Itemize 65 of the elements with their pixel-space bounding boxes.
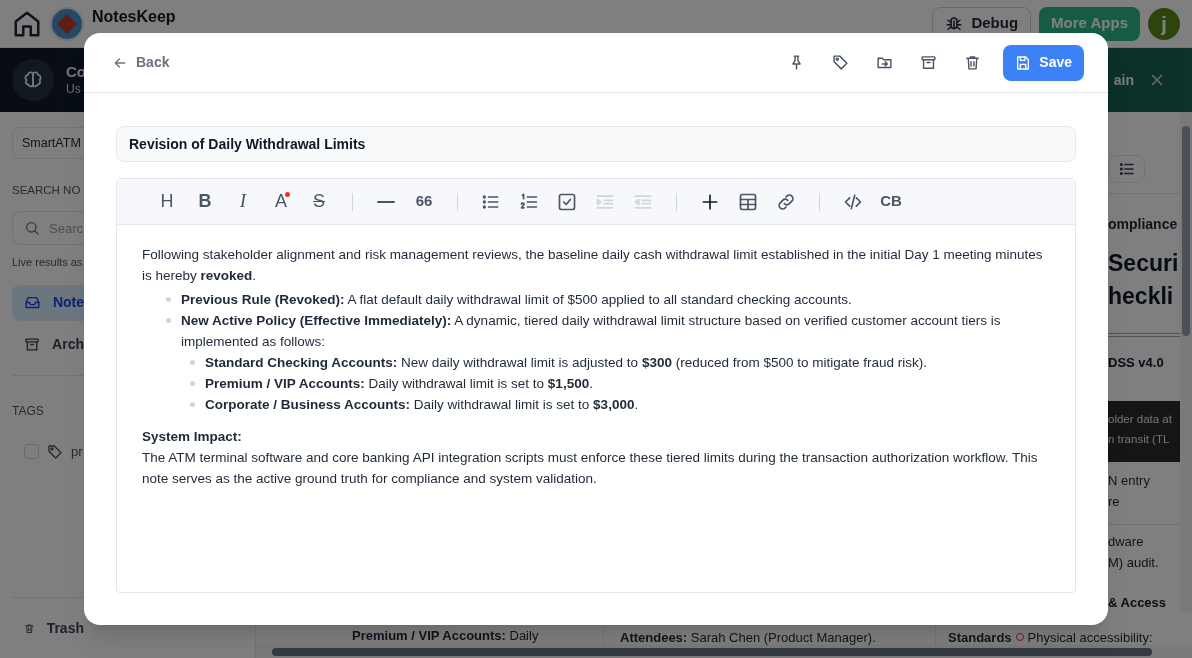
text-line: & Access: [1108, 593, 1168, 612]
search-hint: Live results as: [12, 255, 83, 271]
scrollbar[interactable]: [1180, 112, 1192, 612]
toolbar-button[interactable]: A: [264, 186, 298, 217]
text-line: re: [1108, 492, 1121, 511]
archive-icon[interactable]: [919, 54, 937, 71]
toolbar-button[interactable]: H: [150, 186, 184, 217]
bug-icon: [945, 14, 964, 33]
bullet-icon: [190, 381, 195, 386]
tag-label[interactable]: pr: [71, 441, 83, 462]
archive-icon: [24, 336, 41, 354]
trash-icon[interactable]: [963, 54, 981, 71]
banner-action[interactable]: ain: [1113, 69, 1134, 91]
text-line: older data at: [1108, 411, 1173, 427]
section-heading: System Impact:: [142, 428, 243, 446]
list-item-text: Corporate / Business Accounts: Daily withdrawal limit is set to $3,000.: [205, 396, 639, 414]
paragraph: Following stakeholder alignment and risk management reviews, the baseline daily cash withdrawal limit established in the initial Day 1 meeting minutes is hereby revoked.: [142, 246, 1044, 285]
toolbar-button[interactable]: I: [226, 186, 260, 217]
bullet-icon: [190, 402, 195, 407]
search-icon: [24, 220, 40, 237]
project-name: SmartATM: [22, 134, 81, 152]
table-cell: Premium / VIP Accounts: Daily: [352, 628, 539, 643]
list-item-text: Premium / VIP Accounts: Daily withdrawal limit is set to $1,500.: [205, 375, 593, 393]
list-item-text: Previous Rule (Revoked): A flat default daily withdrawal limit of $500 applied to all standard checking accounts.: [181, 291, 852, 309]
save-button[interactable]: Save: [1003, 44, 1084, 81]
logo-icon: [50, 6, 84, 41]
tag-icon[interactable]: [831, 54, 849, 71]
heading-text: Securi: [1108, 249, 1180, 279]
avatar[interactable]: j: [1148, 7, 1180, 40]
table-cell-text: Standards: [948, 629, 1012, 645]
save-icon: [1015, 54, 1032, 71]
app-title: NotesKeep: [92, 6, 176, 27]
text-line: ompliance: [1108, 215, 1179, 235]
nav-item[interactable]: Note: [12, 284, 84, 321]
banner-subtitle: Us: [66, 81, 82, 97]
text-line: M) audit.: [1108, 553, 1160, 572]
table-cell-text: Physical accessibility:: [1027, 629, 1153, 645]
scrollbar[interactable]: [256, 645, 1192, 658]
title-field[interactable]: Revision of Daily Withdrawal Limits: [116, 126, 1076, 162]
toolbar-button[interactable]: B: [188, 186, 222, 217]
bullet-icon: [166, 297, 171, 302]
text-line: N entry: [1108, 471, 1151, 490]
list-item-text: Standard Checking Accounts: New daily withdrawal limit is adjusted to $300 (reduced from $500 to mitigate fraud risk).: [205, 354, 928, 372]
section-heading: TAGS: [12, 402, 44, 420]
section-heading: SEARCH NO: [12, 183, 81, 198]
numbered-list-icon: [519, 191, 539, 212]
nav-item[interactable]: Arch: [12, 326, 84, 363]
list-item-text: New Active Policy (Effective Immediately): A dynamic, tiered daily withdrawal limit structure based on verified customer account tiers is implemented as follows:: [181, 312, 1002, 351]
toolbar-button[interactable]: S: [302, 186, 336, 217]
editor[interactable]: [116, 178, 1076, 593]
toolbar-button[interactable]: 66: [407, 186, 441, 217]
bullet-icon: [190, 360, 195, 365]
text-line: n transit (TL: [1108, 431, 1171, 447]
back-button[interactable]: Back: [108, 52, 174, 73]
trash-item[interactable]: Trash: [12, 617, 84, 639]
table-cell: Attendees: Sarah Chen (Product Manager).: [620, 630, 876, 645]
horizontal-rule-icon: [377, 200, 395, 203]
heading-text: heckli: [1108, 282, 1175, 312]
checkbox-icon: [557, 191, 577, 212]
table-icon: [738, 191, 758, 212]
tag-icon: [47, 443, 63, 460]
bullet-icon: [166, 318, 171, 323]
toolbar-button[interactable]: CB: [874, 186, 908, 217]
paragraph: The ATM terminal software and core banking API integration scripts must enforce these tiered limits during the transaction authorization workflow. This note serves as the active ground truth for compliance and system validation.: [142, 449, 1039, 488]
link-icon: [776, 191, 796, 212]
